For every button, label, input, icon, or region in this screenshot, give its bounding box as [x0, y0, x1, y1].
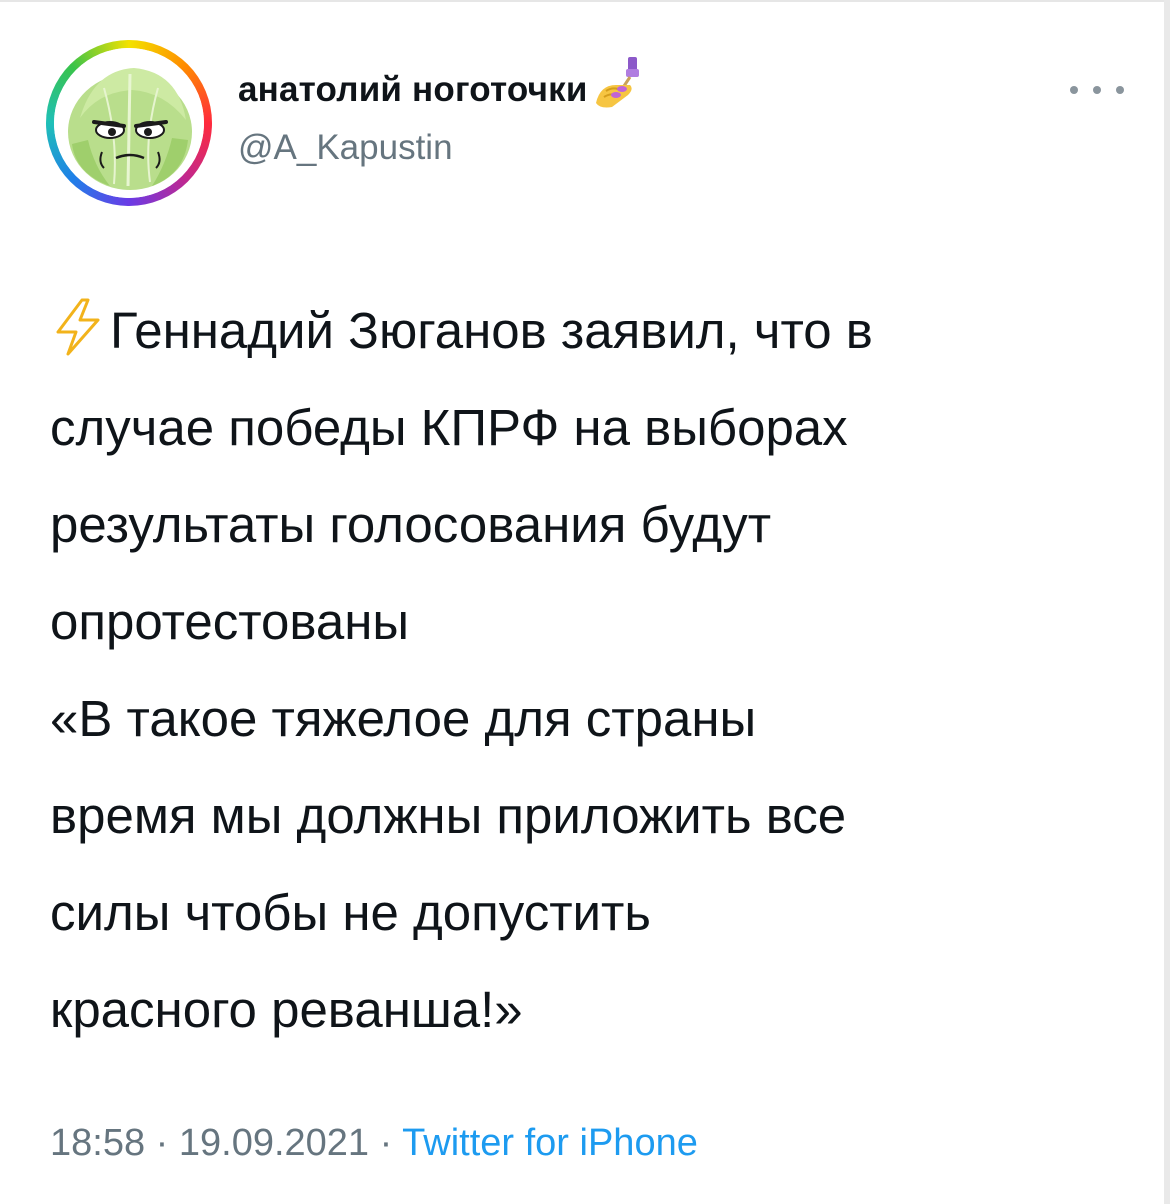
tweet-card: анатолий ноготочки @A_Kapustin Геннадий … — [0, 0, 1164, 1204]
cabbage-avatar-image — [54, 48, 204, 198]
tweet-text-line-1-text: Геннадий Зюганов заявил, что в — [110, 302, 873, 359]
tweet-source-link[interactable]: Twitter for iPhone — [402, 1122, 698, 1164]
tweet-text-line-6: время мы должны приложить все — [50, 787, 847, 844]
more-dot — [1070, 86, 1078, 94]
tweet-text: Геннадий Зюганов заявил, что в случае по… — [50, 282, 1140, 1058]
display-name-text: анатолий ноготочки — [238, 70, 588, 109]
high-voltage-icon — [50, 290, 106, 356]
scroll-edge — [1164, 0, 1170, 1204]
tweet-text-line-7: силы чтобы не допустить — [50, 884, 651, 941]
tweet-text-line-5: «В такое тяжелое для страны — [50, 690, 757, 747]
tweet-text-line-2: случае победы КПРФ на выборах — [50, 399, 848, 456]
more-dots-icon[interactable] — [1070, 76, 1124, 104]
tweet-text-line-8: красного реванша!» — [50, 981, 523, 1038]
author-display-name[interactable]: анатолий ноготочки — [238, 57, 648, 110]
tweet-text-line-4: опротестованы — [50, 593, 410, 650]
author-handle[interactable]: @A_Kapustin — [238, 128, 453, 168]
tweet-meta: 18:58 · 19.09.2021 · Twitter for iPhone — [50, 1122, 698, 1165]
tweet-text-line-3: результаты голосования будут — [50, 496, 772, 553]
tweet-date[interactable]: 19.09.2021 — [179, 1122, 369, 1164]
tweet-text-line-1: Геннадий Зюганов заявил, что в — [50, 282, 1140, 379]
nail-polish-icon — [592, 55, 648, 109]
meta-separator: · — [155, 1122, 169, 1164]
avatar[interactable] — [46, 40, 212, 206]
tweet-time[interactable]: 18:58 — [50, 1122, 145, 1164]
more-dot — [1093, 86, 1101, 94]
meta-separator: · — [379, 1122, 393, 1164]
more-dot — [1116, 86, 1124, 94]
